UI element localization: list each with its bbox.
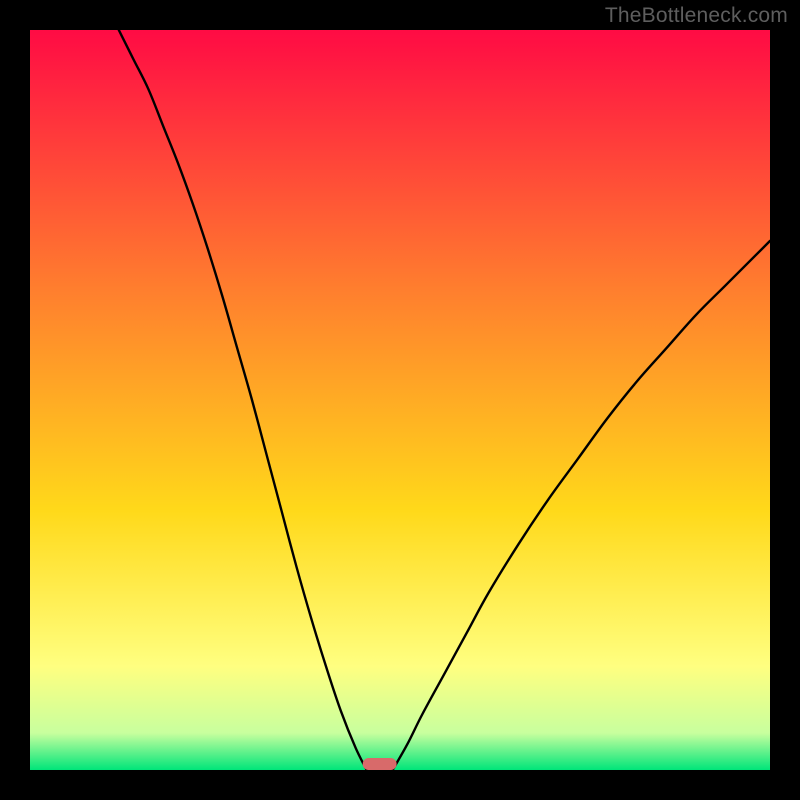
gradient-background: [30, 30, 770, 770]
bottleneck-chart: [30, 30, 770, 770]
watermark-text: TheBottleneck.com: [605, 4, 788, 28]
optimal-marker: [363, 758, 397, 770]
chart-frame: TheBottleneck.com: [0, 0, 800, 800]
